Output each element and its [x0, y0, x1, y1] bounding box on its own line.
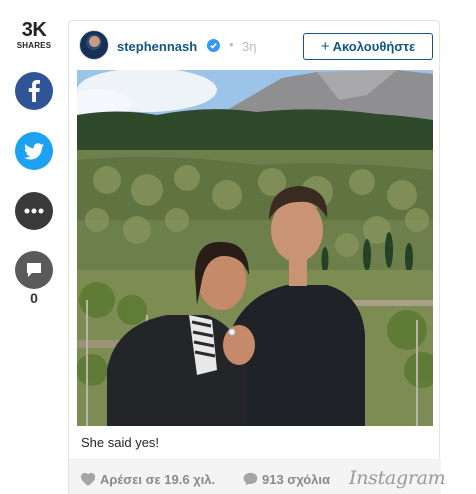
instagram-logo[interactable]: Instagram: [349, 467, 446, 489]
share-count: 3K SHARES: [14, 20, 54, 50]
heart-icon[interactable]: [80, 472, 95, 486]
avatar[interactable]: [79, 30, 109, 60]
comment-bubble-icon[interactable]: [243, 472, 258, 486]
verified-icon: [207, 39, 220, 52]
post-photo[interactable]: [77, 70, 433, 426]
separator-dot: •: [229, 37, 234, 52]
more-share-button[interactable]: [15, 192, 53, 230]
share-rail: 3K SHARES 0: [0, 0, 70, 494]
comment-button[interactable]: [15, 251, 53, 289]
comments-count[interactable]: 913 σχόλια: [262, 472, 330, 487]
likes-count[interactable]: Αρέσει σε 19.6 χιλ.: [100, 472, 215, 487]
twitter-share-button[interactable]: [15, 132, 53, 170]
post-footer: Αρέσει σε 19.6 χιλ. 913 σχόλια Instagram: [69, 459, 446, 494]
post-time: 3η: [242, 39, 257, 54]
follow-button-label: Ακολουθήστε: [332, 39, 416, 54]
share-count-label: SHARES: [16, 41, 52, 50]
comment-icon: [27, 263, 41, 277]
twitter-icon: [24, 142, 44, 159]
follow-button[interactable]: + Ακολουθήστε: [303, 33, 433, 60]
facebook-icon: [28, 80, 40, 102]
share-count-number: 3K: [21, 19, 47, 41]
plus-icon: +: [320, 38, 330, 55]
instagram-embed-card: stephennash • 3η + Ακολουθήστε She said …: [68, 20, 446, 494]
comment-count: 0: [30, 290, 38, 306]
facebook-share-button[interactable]: [15, 72, 53, 110]
post-caption: She said yes!: [81, 435, 160, 450]
username-link[interactable]: stephennash: [117, 39, 197, 54]
more-icon: [24, 208, 44, 214]
photo-image: [77, 70, 433, 426]
post-header: stephennash • 3η + Ακολουθήστε: [69, 21, 441, 71]
